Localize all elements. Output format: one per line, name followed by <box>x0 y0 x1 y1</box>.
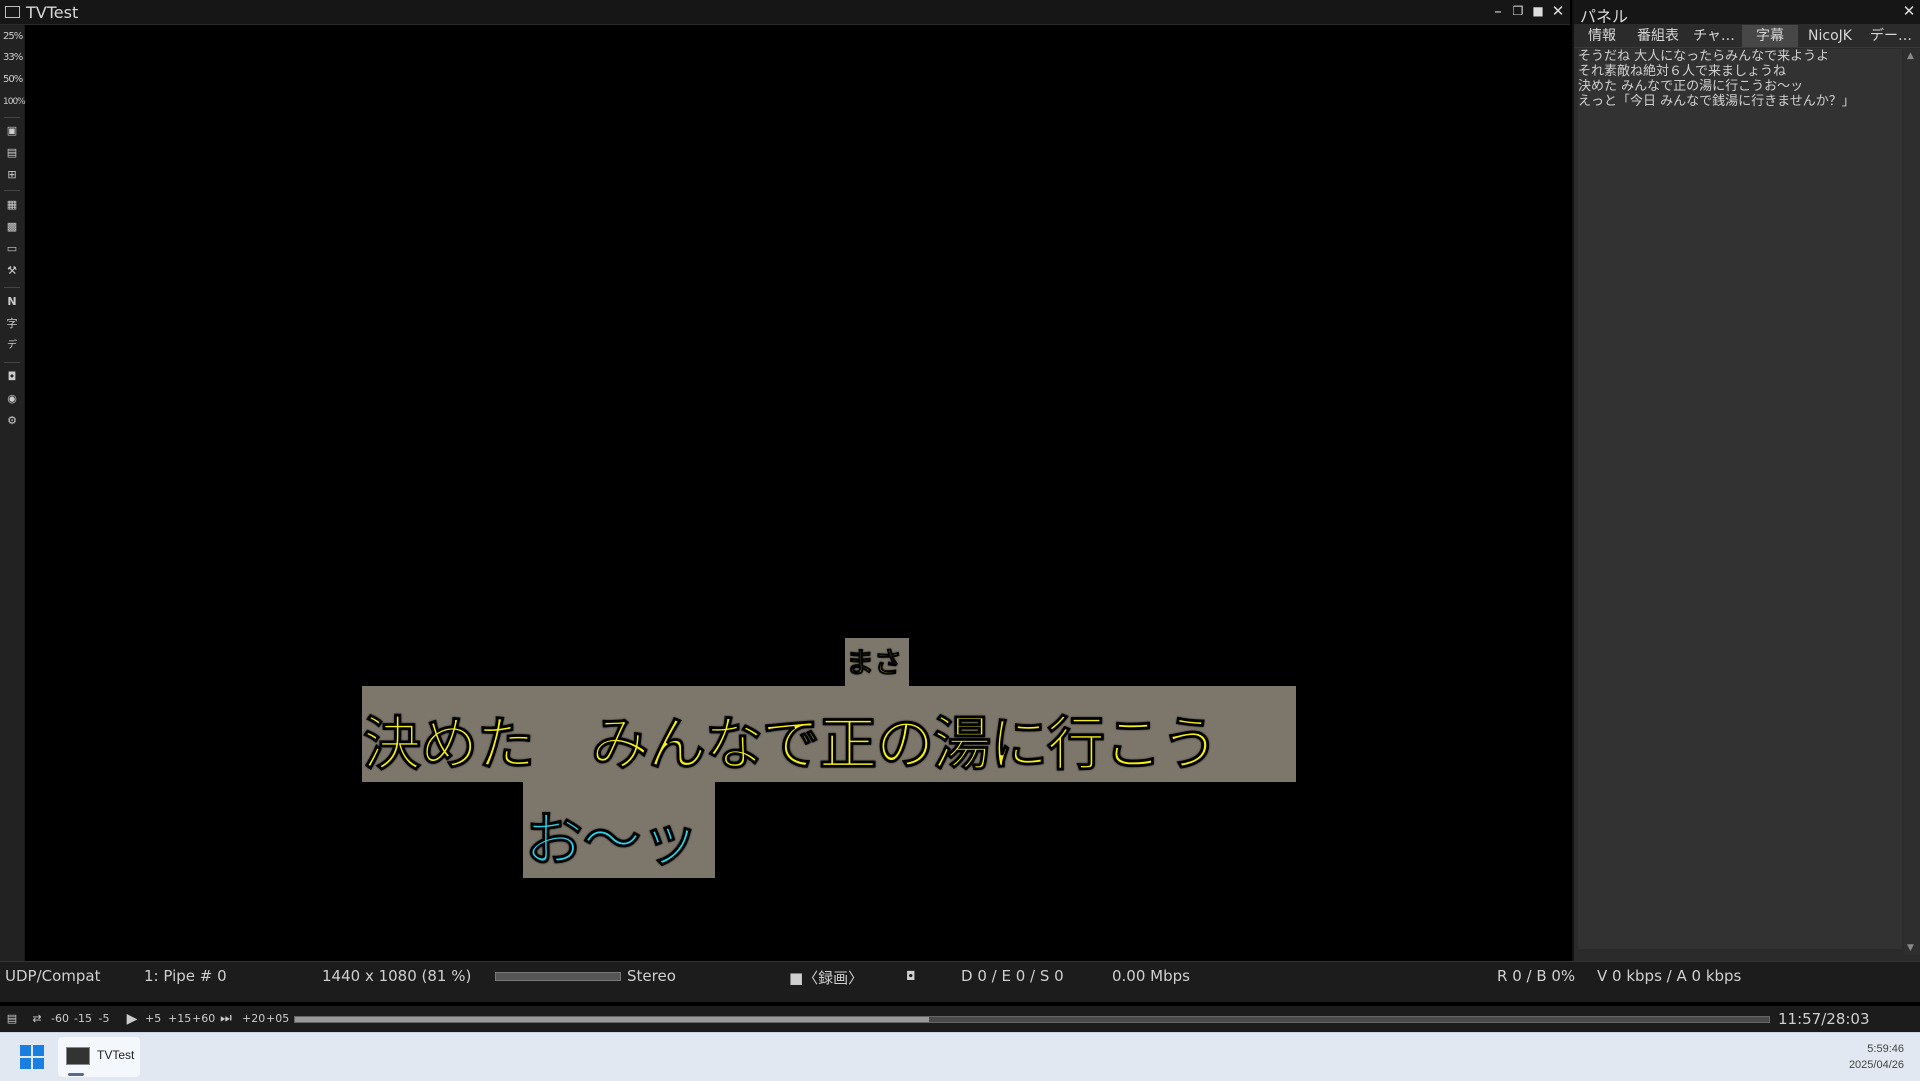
tab-info[interactable]: 情報 <box>1574 25 1630 47</box>
seek-back-15-button[interactable]: -15 <box>73 1011 93 1027</box>
capture-icon[interactable]: ◉ <box>3 390 21 408</box>
status-bar: UDP/Compat 1: Pipe # 0 1440 x 1080 (81 %… <box>0 961 1920 1002</box>
data-broadcast-icon[interactable]: デ <box>3 337 21 355</box>
tvtest-app-icon <box>66 1047 90 1065</box>
caption-line: それ素敵ね絶対６人で来ましょうね <box>1578 64 1787 79</box>
repeat-icon[interactable]: ⇄ <box>28 1011 46 1027</box>
clock-date: 2025/04/26 <box>1848 1059 1904 1071</box>
status-audio[interactable]: Stereo <box>627 967 676 985</box>
taskbar: TVTest 5:59:46 2025/04/26 <box>0 1032 1920 1081</box>
zoom-25-button[interactable]: 25% <box>3 28 23 46</box>
tab-program-guide[interactable]: 番組表 <box>1630 25 1686 47</box>
seek-time: 11:57/28:03 <box>1778 1010 1870 1028</box>
program-guide-icon[interactable]: ▦ <box>3 196 21 214</box>
caption-icon[interactable]: 字 <box>3 315 21 333</box>
scroll-up-icon[interactable]: ▲ <box>1907 51 1914 61</box>
scroll-down-icon[interactable]: ▼ <box>1907 943 1914 953</box>
capture-settings-icon[interactable]: ⚙ <box>3 412 21 430</box>
nicojk-icon[interactable]: N <box>3 293 21 311</box>
play-button[interactable]: ▶ <box>124 1011 140 1027</box>
close-icon[interactable]: ✕ <box>1549 2 1567 20</box>
caption-list[interactable]: そうだね 大人になったらみんなで来ようよ それ素敵ね絶対６人で来ましょうね 決め… <box>1578 49 1902 949</box>
status-driver[interactable]: UDP/Compat <box>5 967 101 985</box>
skip-next-button[interactable]: ⏭ <box>218 1011 234 1027</box>
side-toolbar: 25% 33% 50% 100% ▣ ▤ ⊞ ▦ ▩ ▭ ⚒ N 字 デ ◘ ◉… <box>0 25 26 961</box>
app-icon[interactable] <box>5 6 20 18</box>
clock-time: 5:59:46 <box>1867 1043 1904 1055</box>
seek-plus-20-button[interactable]: +20 <box>242 1011 265 1027</box>
status-errors[interactable]: D 0 / E 0 / S 0 <box>961 967 1064 985</box>
settings-key-icon[interactable]: ⚒ <box>3 262 21 280</box>
status-record[interactable]: ■〈録画〉 <box>789 967 863 988</box>
volume-bar[interactable] <box>495 972 621 981</box>
status-resolution[interactable]: 1440 x 1080 (81 %) <box>322 967 471 985</box>
zoom-33-button[interactable]: 33% <box>3 49 23 67</box>
window-icon[interactable]: ▤ <box>3 144 21 162</box>
playlist-icon[interactable]: ▤ <box>4 1011 20 1027</box>
side-panel: パネル ✕ 情報 番組表 チャ… 字幕 NicoJK デー… そうだね 大人にな… <box>1572 0 1920 961</box>
subtitle-line-2: お～ッ <box>524 806 700 875</box>
minimize-icon[interactable]: – <box>1489 2 1507 20</box>
add-window-icon[interactable]: ⊞ <box>3 166 21 184</box>
caption-line: そうだね 大人になったらみんなで来ようよ <box>1578 49 1830 64</box>
seek-slider[interactable] <box>294 1016 1770 1023</box>
folder-icon[interactable]: ▭ <box>3 240 21 258</box>
seek-forward-60-button[interactable]: +60 <box>192 1011 215 1027</box>
taskbar-app-tvtest[interactable]: TVTest <box>58 1037 140 1077</box>
fullscreen-icon[interactable]: ▣ <box>3 122 21 140</box>
seek-progress <box>295 1017 929 1022</box>
panel-title: パネル <box>1580 7 1629 26</box>
status-bitrate[interactable]: 0.00 Mbps <box>1112 967 1190 985</box>
caption-line: 決めた みんなで正の湯に行こうお～ッ <box>1578 79 1804 94</box>
seek-plus-05-button[interactable]: +05 <box>266 1011 289 1027</box>
subtitle-ruby: まさ <box>845 646 903 680</box>
tab-caption[interactable]: 字幕 <box>1742 25 1798 47</box>
seek-forward-5-button[interactable]: +5 <box>145 1011 161 1027</box>
panel-tabs: 情報 番組表 チャ… 字幕 NicoJK デー… <box>1574 25 1920 48</box>
status-va[interactable]: V 0 kbps / A 0 kbps <box>1597 967 1741 985</box>
status-channel[interactable]: 1: Pipe # 0 <box>144 967 227 985</box>
seek-back-60-button[interactable]: -60 <box>50 1011 70 1027</box>
tab-nicojk[interactable]: NicoJK <box>1798 25 1862 47</box>
panel-close-icon[interactable]: ✕ <box>1900 2 1918 20</box>
zoom-100-button[interactable]: 100% <box>3 93 26 111</box>
seek-forward-15-button[interactable]: +15 <box>168 1011 191 1027</box>
video-area[interactable]: まさ 決めた みんなで正の湯に行こう お～ッ <box>25 25 1570 961</box>
panel-title-bar: パネル ✕ <box>1574 0 1920 26</box>
subtitle-line-1: 決めた みんなで正の湯に行こう <box>362 710 1219 779</box>
panel-scrollbar[interactable]: ▲ ▼ <box>1904 49 1920 955</box>
maximize-icon[interactable]: ■ <box>1529 2 1547 20</box>
seek-back-5-button[interactable]: -5 <box>96 1011 112 1027</box>
tab-channel[interactable]: チャ… <box>1686 25 1742 47</box>
camera-icon[interactable]: ◘ <box>3 368 21 386</box>
taskbar-clock[interactable]: 5:59:46 2025/04/26 <box>1849 1041 1904 1073</box>
capture-status-icon[interactable]: ◘ <box>906 969 916 983</box>
windows-start-icon[interactable] <box>20 1045 44 1069</box>
status-rb[interactable]: R 0 / B 0% <box>1497 967 1575 985</box>
zoom-50-button[interactable]: 50% <box>3 71 23 89</box>
tab-data[interactable]: デー… <box>1862 25 1920 47</box>
grid-icon[interactable]: ▩ <box>3 218 21 236</box>
restore-icon[interactable]: ❐ <box>1509 2 1527 20</box>
taskbar-app-label: TVTest <box>97 1048 135 1062</box>
seek-bar: ▤ ⇄ -60 -15 -5 ▶ +5 +15 +60 ⏭ +20 +05 11… <box>0 1006 1920 1032</box>
main-title-bar: TVTest – ❐ ■ ✕ <box>0 0 1570 25</box>
window-title: TVTest <box>26 3 79 22</box>
caption-line: えっと「今日 みんなで銭湯に行きませんか？」 <box>1578 94 1855 109</box>
